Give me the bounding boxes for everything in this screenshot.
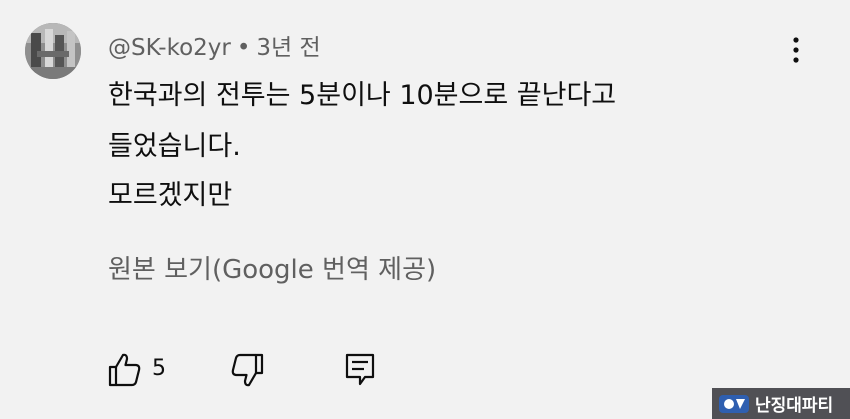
- reply-icon: [345, 353, 375, 386]
- dislike-button[interactable]: [230, 352, 264, 388]
- comment-meta: @SK-ko2yr • 3년 전: [108, 28, 321, 62]
- thumbs-up-icon: [108, 353, 141, 387]
- author-handle[interactable]: @SK-ko2yr: [108, 35, 231, 61]
- watermark-logo-icon: [719, 394, 749, 413]
- comment-timestamp[interactable]: 3년 전: [256, 35, 320, 61]
- comment-text-line: 한국과의 전투는 5분이나 10분으로 끝난다고: [108, 80, 617, 111]
- comment-text-line: 들었습니다.: [108, 131, 241, 162]
- meta-separator: •: [236, 35, 251, 61]
- like-count: 5: [152, 356, 166, 381]
- avatar[interactable]: [25, 23, 81, 79]
- comment-thread: @SK-ko2yr • 3년 전 한국과의 전투는 5분이나 10분으로 끝난다고 …: [0, 0, 850, 419]
- more-vertical-icon: [793, 37, 799, 63]
- avatar-image: [25, 23, 81, 79]
- like-button[interactable]: [108, 352, 142, 388]
- reply-button[interactable]: [344, 352, 376, 388]
- thumbs-down-icon: [231, 353, 264, 387]
- watermark-text: 난징대파티: [755, 396, 834, 416]
- watermark: 난징대파티: [712, 388, 850, 419]
- more-actions-button[interactable]: [782, 36, 810, 66]
- comment-text-line: 모르겠지만: [108, 180, 233, 211]
- see-original-link[interactable]: 원본 보기(Google 번역 제공): [108, 249, 436, 286]
